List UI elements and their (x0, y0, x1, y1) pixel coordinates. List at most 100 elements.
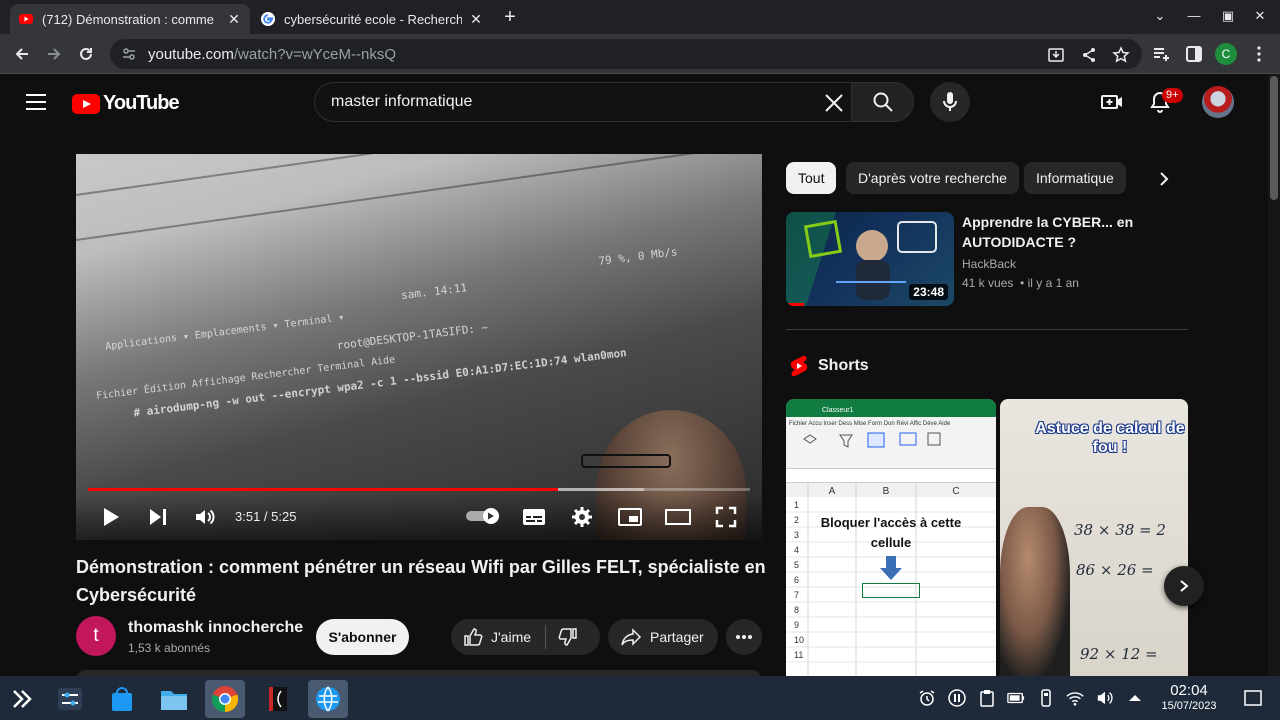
alarm-icon[interactable] (918, 689, 936, 707)
short-card-excel[interactable]: Classeur1 Fichier Accu Inser Dess Mise F… (786, 399, 996, 676)
like-label: J'aime (491, 629, 532, 645)
url-text: youtube.com/watch?v=wYceM--nksQ (148, 45, 397, 63)
play-icon (104, 508, 119, 526)
theater-mode-button[interactable] (665, 505, 691, 529)
shorts-header: Shorts (790, 355, 869, 377)
settings-button[interactable] (569, 505, 595, 529)
channel-avatar[interactable]: t (76, 616, 116, 656)
youtube-logo[interactable]: YouTube (72, 92, 180, 115)
back-button[interactable] (10, 42, 34, 66)
short-caption: Astuce de calcul de fou ! (1035, 420, 1185, 456)
close-tab-icon[interactable]: ✕ (226, 11, 242, 28)
fullscreen-icon (715, 506, 737, 528)
share-button[interactable]: Partager (608, 619, 718, 655)
system-settings-app[interactable] (50, 680, 90, 718)
side-panel-icon[interactable] (1185, 45, 1203, 63)
restore-icon[interactable]: ▣ (1218, 8, 1238, 24)
row-number: 2 (794, 515, 799, 525)
tab-youtube[interactable]: (712) Démonstration : comme ✕ (10, 4, 250, 34)
chrome-app[interactable] (205, 680, 245, 718)
video-frame: Applications ▾ Emplacements ▾ Terminal ▾… (76, 154, 762, 540)
play-button[interactable] (98, 505, 124, 529)
recommended-video-title[interactable]: Apprendre la CYBER... en AUTODIDACTE ? (962, 212, 1172, 252)
account-avatar[interactable] (1202, 86, 1234, 118)
video-player[interactable]: Applications ▾ Emplacements ▾ Terminal ▾… (76, 154, 762, 540)
recommended-channel[interactable]: HackBack (962, 257, 1016, 271)
row-number: 9 (794, 620, 799, 630)
channel-name[interactable]: thomashk innocherche (128, 619, 303, 637)
short-card-maths[interactable]: Astuce de calcul de fou ! 38 × 38 = 2 86… (1000, 399, 1188, 676)
file-manager-app[interactable] (154, 680, 194, 718)
browser-menu-icon[interactable] (1250, 45, 1268, 63)
player-controls: 3:51 / 5:25 (76, 494, 762, 540)
more-actions-button[interactable] (726, 619, 762, 655)
forward-button[interactable] (42, 42, 66, 66)
column-header: B (883, 486, 890, 497)
dislike-button[interactable] (546, 627, 590, 647)
tab-title: (712) Démonstration : comme (42, 11, 214, 27)
thumbs-down-icon (558, 628, 577, 646)
tab-google-search[interactable]: cybersécurité ecole - Recherch ✕ (252, 4, 492, 34)
search-button[interactable] (851, 82, 914, 122)
chip-all[interactable]: Tout (786, 162, 837, 194)
autoplay-toggle[interactable] (466, 508, 500, 524)
discover-store-app[interactable] (102, 680, 142, 718)
clear-search-icon[interactable] (823, 92, 845, 114)
fullscreen-button[interactable] (713, 505, 739, 529)
subscribe-button[interactable]: S'abonner (316, 619, 409, 655)
taskbar-clock[interactable]: 02:04 15/07/2023 (1148, 682, 1230, 713)
reading-list-icon[interactable] (1152, 45, 1170, 63)
wifi-icon[interactable] (1066, 689, 1084, 707)
install-app-icon[interactable] (1047, 46, 1065, 64)
row-number: 1 (794, 500, 799, 510)
next-button[interactable] (145, 505, 171, 529)
close-window-icon[interactable]: ✕ (1250, 8, 1270, 24)
miniplayer-button[interactable] (617, 505, 643, 529)
scrollbar-thumb[interactable] (1270, 76, 1278, 200)
shorts-next-button[interactable] (1164, 566, 1204, 606)
usb-device-icon[interactable] (1037, 689, 1055, 707)
row-number: 7 (794, 590, 799, 600)
recommended-video-thumbnail[interactable]: 23:48 (786, 212, 954, 306)
close-tab-icon[interactable]: ✕ (468, 11, 484, 28)
row-number: 11 (794, 650, 803, 660)
voice-search-button[interactable] (930, 82, 970, 122)
media-pause-icon[interactable] (948, 689, 966, 707)
chip-informatique[interactable]: Informatique (1024, 162, 1126, 194)
app-launcher-button[interactable] (2, 680, 42, 718)
minimize-icon[interactable]: ― (1184, 8, 1204, 23)
show-desktop-icon[interactable] (1244, 689, 1262, 707)
search-input[interactable] (331, 93, 801, 111)
recommended-meta: 41 k vues • il y a 1 an (962, 276, 1079, 290)
chip-related-search[interactable]: D'après votre recherche (846, 162, 1019, 194)
battery-icon[interactable] (1007, 689, 1025, 707)
gear-icon (572, 507, 592, 527)
share-icon[interactable] (1080, 46, 1098, 64)
like-button[interactable]: J'aime (451, 627, 545, 647)
globe-icon (316, 686, 340, 712)
address-bar[interactable]: youtube.com/watch?v=wYceM--nksQ (110, 39, 1142, 69)
search-bar (314, 82, 914, 122)
seek-bar-played (88, 488, 559, 491)
reload-button[interactable] (74, 42, 98, 66)
clipboard-icon[interactable] (978, 689, 996, 707)
network-app[interactable] (308, 680, 348, 718)
bookmark-star-icon[interactable] (1112, 46, 1130, 64)
seek-bar[interactable] (88, 488, 750, 491)
chevron-right-icon[interactable] (1152, 168, 1176, 190)
tab-search-icon[interactable]: ⌄ (1150, 8, 1170, 24)
create-video-icon[interactable] (1100, 90, 1124, 114)
search-icon (873, 92, 893, 112)
profile-avatar[interactable]: C (1215, 43, 1237, 65)
tray-expand-icon[interactable] (1126, 689, 1144, 707)
subtitles-button[interactable] (521, 505, 547, 529)
hamburger-menu-icon[interactable] (26, 94, 46, 110)
book-app[interactable] (258, 680, 298, 718)
volume-tray-icon[interactable] (1096, 689, 1114, 707)
youtube-favicon-icon (19, 14, 33, 24)
new-tab-button[interactable]: + (500, 6, 520, 28)
arrow-left-icon (15, 48, 28, 60)
page-scrollbar[interactable] (1268, 74, 1280, 676)
volume-button[interactable] (192, 505, 218, 529)
chrome-icon (211, 686, 239, 713)
